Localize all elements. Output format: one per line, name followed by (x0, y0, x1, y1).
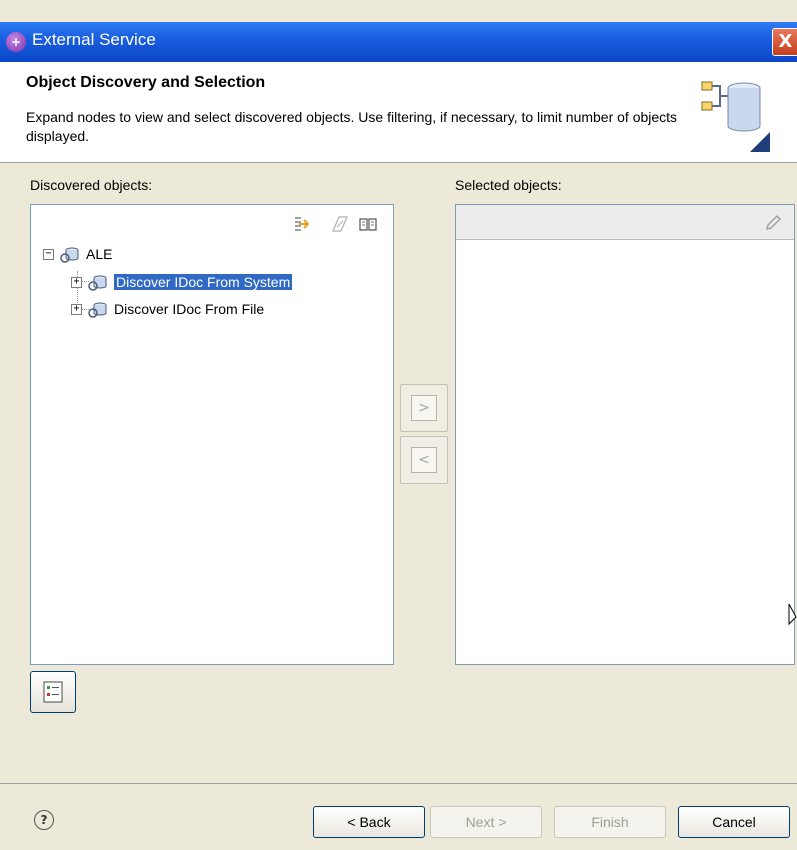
pencil-icon[interactable] (764, 214, 782, 232)
footer-separator (0, 783, 797, 784)
mouse-cursor-icon (788, 603, 797, 626)
tree-node-discover-idoc-from-file[interactable]: + Discover IDoc From File (71, 298, 264, 320)
wizard-header: Object Discovery and Selection Expand no… (0, 62, 797, 163)
collapse-toggle-icon[interactable]: − (43, 248, 54, 260)
add-selection-button[interactable]: > (400, 384, 448, 432)
database-discovery-icon (701, 81, 770, 152)
ale-node-icon (60, 247, 79, 263)
tree-node-label: ALE (86, 246, 113, 262)
idoc-node-icon (88, 302, 107, 318)
finish-button[interactable]: Finish (554, 806, 666, 838)
selected-objects-panel (455, 204, 795, 665)
selected-objects-toolbar (456, 205, 794, 240)
add-arrow-icon: > (411, 395, 437, 421)
edit-query-icon[interactable] (331, 215, 349, 233)
page-description: Expand nodes to view and select discover… (26, 109, 678, 144)
expand-toggle-icon[interactable]: + (71, 303, 82, 315)
book-icon[interactable] (359, 215, 377, 233)
next-button[interactable]: Next > (430, 806, 542, 838)
tree-node-discover-idoc-from-system[interactable]: + Discover IDoc From System (71, 271, 293, 293)
window-title: External Service (32, 30, 156, 49)
discovered-objects-label: Discovered objects: (30, 177, 153, 193)
tree-node-label: Discover IDoc From File (114, 301, 265, 317)
close-button[interactable]: X (772, 28, 797, 56)
help-icon[interactable]: ? (34, 810, 54, 830)
selected-objects-label: Selected objects: (455, 177, 562, 193)
filter-arrow-icon[interactable] (293, 215, 311, 233)
discovered-objects-panel: − ALE + Discover IDoc From System + Disc… (30, 204, 394, 665)
expand-toggle-icon[interactable]: + (71, 276, 82, 288)
properties-button[interactable] (30, 671, 76, 713)
back-button[interactable]: < Back (313, 806, 425, 838)
title-bar: + External Service X (0, 22, 797, 62)
tree-node-ale[interactable]: − ALE (43, 243, 112, 265)
remove-arrow-icon: < (411, 447, 437, 473)
cancel-button[interactable]: Cancel (678, 806, 790, 838)
page-title: Object Discovery and Selection (26, 74, 266, 91)
remove-selection-button[interactable]: < (400, 436, 448, 484)
app-icon: + (6, 32, 26, 52)
properties-list-icon (43, 681, 63, 703)
idoc-node-icon (88, 275, 107, 291)
tree-node-label: Discover IDoc From System (114, 274, 293, 290)
